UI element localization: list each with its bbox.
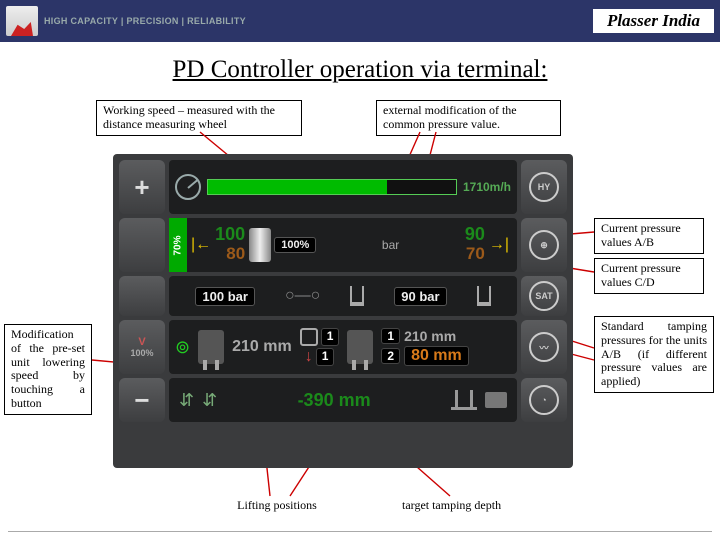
link-icon: ○—○ xyxy=(285,287,320,305)
fill-pct: 100% xyxy=(274,237,316,253)
callout-mod-preset: Modification of the pre-set unit lowerin… xyxy=(4,324,92,415)
mm-2: 210 mm xyxy=(404,328,456,344)
chip-icon xyxy=(485,392,507,408)
n1-r: 1 xyxy=(381,328,400,344)
pct-vertical-bar: 70% xyxy=(169,218,187,272)
ring-icon-2: ⊕ xyxy=(529,230,559,260)
bar-unit: bar xyxy=(320,238,460,252)
lowering-panel: ⊚ 210 mm 1 ↓1 1210 mm 280 mm xyxy=(169,320,517,374)
cylinder-icon xyxy=(249,228,271,262)
row-lowering: V 100% ⊚ 210 mm 1 ↓1 1210 mm 280 mm 〰 xyxy=(119,320,567,374)
gauge-icon xyxy=(175,174,201,200)
callout-pressure-ab: Current pressure values A/B xyxy=(594,218,704,254)
lift-icon-1: ⇵ xyxy=(179,390,194,411)
pressure-b: 80 xyxy=(226,244,245,264)
callout-lifting: Lifting positions xyxy=(224,496,330,516)
app-header: HIGH CAPACITY | PRECISION | RELIABILITY … xyxy=(0,0,720,42)
lowering-pct: 100% xyxy=(130,348,153,358)
speed-value: 1710m/h xyxy=(463,180,511,194)
down-arrow-icon: ↓ xyxy=(305,348,313,366)
row-speed: + 1710m/h HY xyxy=(119,160,567,214)
mm-3: 80 mm xyxy=(404,346,469,366)
rail-icon-a xyxy=(350,286,364,306)
pct-vertical-label: 70% xyxy=(173,235,184,255)
arrow-right-icon: →| xyxy=(489,236,509,254)
row-bar-set: 100 bar ○—○ 90 bar SAT xyxy=(119,276,567,316)
callout-external-mod: external modification of the common pres… xyxy=(376,100,561,136)
plus-button[interactable]: + xyxy=(119,160,165,214)
mm-1: 210 mm xyxy=(232,338,292,356)
bar-set-panel: 100 bar ○—○ 90 bar xyxy=(169,276,517,316)
n1b: 1 xyxy=(316,348,335,366)
n2: 2 xyxy=(381,348,400,364)
logo-icon xyxy=(6,6,38,36)
wave-icon: 〰 xyxy=(529,332,559,362)
terminal-screen: + 1710m/h HY 70% |← 100 80 100% bar 90 7… xyxy=(113,154,573,468)
bar-right: 90 bar xyxy=(394,287,446,306)
speed-mode-button[interactable]: V 100% xyxy=(119,320,165,374)
tamp-unit-icon-l xyxy=(198,330,224,364)
pressure-c: 90 xyxy=(465,226,485,243)
spacer-button-2[interactable] xyxy=(119,276,165,316)
hy-button[interactable]: HY xyxy=(521,160,567,214)
brand-label: Plasser India xyxy=(593,9,714,33)
ring-button-4[interactable]: 〰 xyxy=(521,320,567,374)
ring-button-5[interactable]: ◔ xyxy=(521,378,567,422)
spacer-button-1[interactable] xyxy=(119,218,165,272)
callout-target-depth: target tamping depth xyxy=(396,496,536,516)
bar-left: 100 bar xyxy=(195,287,255,306)
footer-divider xyxy=(8,531,712,532)
row-pressure: 70% |← 100 80 100% bar 90 70 →| ⊕ xyxy=(119,218,567,272)
callout-pressure-cd: Current pressure values C/D xyxy=(594,258,704,294)
lift-icon-2: ⇵ xyxy=(202,390,217,411)
part-icon: ◔ xyxy=(529,385,559,415)
sat-ring-icon: SAT xyxy=(529,281,559,311)
ring-button-2[interactable]: ⊕ xyxy=(521,218,567,272)
speed-bar xyxy=(207,179,457,195)
minus-button[interactable]: − xyxy=(119,378,165,422)
sat-button[interactable]: SAT xyxy=(521,276,567,316)
n1: 1 xyxy=(321,328,340,346)
page-title: PD Controller operation via terminal: xyxy=(0,56,720,84)
arrow-left-icon: |← xyxy=(191,236,211,254)
pulse-icon: ⊚ xyxy=(175,337,190,358)
track-icon xyxy=(451,390,477,410)
row-depth: − ⇵ ⇵ -390 mm ◔ xyxy=(119,378,567,422)
header-left: HIGH CAPACITY | PRECISION | RELIABILITY xyxy=(6,6,246,36)
pressure-a: 100 xyxy=(215,226,245,243)
rail-icon-b xyxy=(477,286,491,306)
pressure-d: 70 xyxy=(466,244,485,264)
speed-panel: 1710m/h xyxy=(169,160,517,214)
hy-ring-icon: HY xyxy=(529,172,559,202)
small-icon-a xyxy=(300,328,318,346)
tagline: HIGH CAPACITY | PRECISION | RELIABILITY xyxy=(44,16,246,26)
tamp-unit-icon-r xyxy=(347,330,373,364)
v-icon: V xyxy=(138,336,145,348)
callout-std-tamp: Standard tamping pressures for the units… xyxy=(594,316,714,393)
target-depth-value: -390 mm xyxy=(225,390,443,411)
callout-working-speed: Working speed – measured with the distan… xyxy=(96,100,302,136)
pressure-panel: 70% |← 100 80 100% bar 90 70 →| xyxy=(169,218,517,272)
depth-panel: ⇵ ⇵ -390 mm xyxy=(169,378,517,422)
